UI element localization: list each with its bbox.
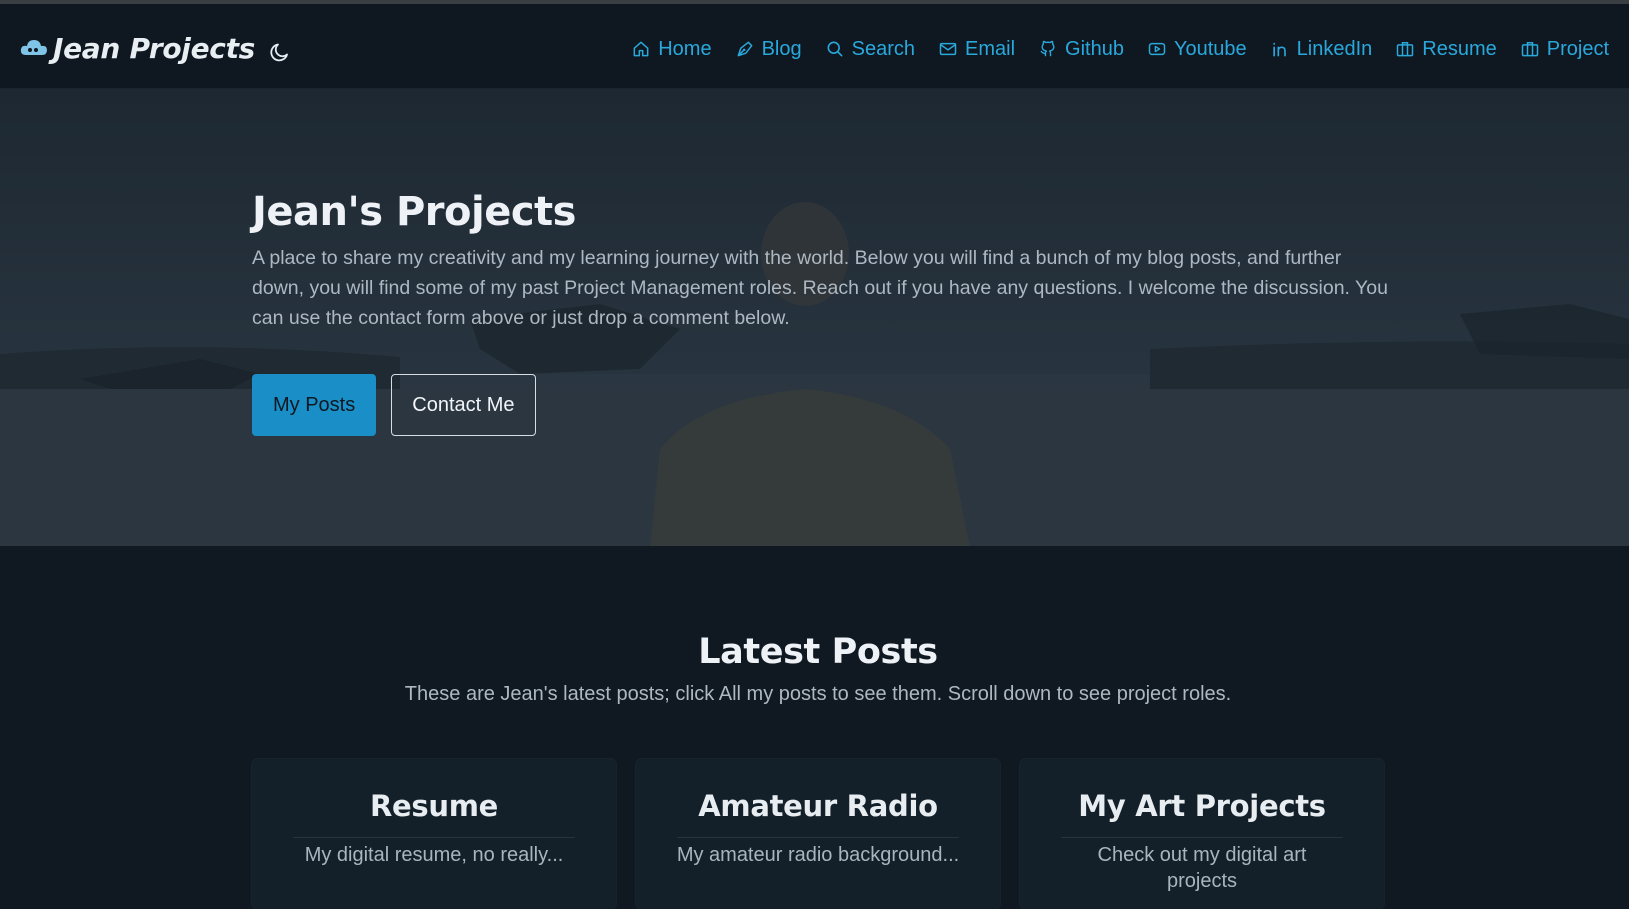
latest-posts-subtitle: These are Jean's latest posts; click All… (404, 683, 1232, 705)
nav-linkedin[interactable]: LinkedIn (1270, 37, 1373, 61)
briefcase-icon (1521, 42, 1538, 57)
card-divider (677, 837, 959, 838)
nav-resume[interactable]: Resume (1395, 37, 1497, 61)
nav-search[interactable]: Search (825, 38, 915, 61)
hero-description: A place to share my creativity and my le… (252, 247, 1388, 329)
card-title: Amateur Radio (698, 789, 938, 823)
search-icon (827, 41, 843, 57)
hero-title: Jean's Projects (252, 189, 576, 235)
mail-icon (939, 42, 957, 56)
pen-icon (737, 41, 753, 57)
hero-banner: Jean's Projects A place to share my crea… (0, 89, 1629, 546)
card-text: My digital resume, no really... (304, 844, 564, 866)
nav-youtube-label: Youtube (1173, 37, 1247, 60)
youtube-icon (1148, 42, 1166, 56)
moon-icon[interactable] (268, 40, 292, 64)
nav-youtube[interactable]: Youtube (1147, 38, 1247, 61)
contact-me-button[interactable]: Contact Me (391, 374, 536, 436)
hero-buttons: My Posts Contact Me (252, 374, 536, 436)
brand[interactable]: Jean Projects (19, 29, 255, 67)
nav-blog[interactable]: Blog (735, 38, 802, 61)
my-posts-button[interactable]: My Posts (252, 374, 377, 436)
briefcase-icon (1397, 42, 1414, 57)
nav-project-label: Project (1546, 37, 1609, 60)
nav-github-label: Github (1065, 37, 1124, 60)
navbar: Jean Projects Home Blog Search Email Git… (0, 4, 1629, 89)
card-text: Check out my digital art projects (1097, 844, 1307, 892)
brand-name: Jean Projects (53, 31, 256, 65)
latest-posts-title: Latest Posts (698, 632, 938, 672)
nav-search-label: Search (851, 37, 915, 60)
card-text: My amateur radio background... (676, 844, 960, 866)
github-icon (1040, 40, 1055, 57)
nav-linkedin-label: LinkedIn (1296, 37, 1373, 60)
nav-blog-label: Blog (761, 37, 802, 60)
linkedin-icon (1272, 42, 1286, 57)
card-divider (1061, 837, 1343, 838)
card-divider (293, 837, 575, 838)
nav-github[interactable]: Github (1038, 38, 1124, 61)
nav-resume-label: Resume (1422, 37, 1497, 60)
home-icon (633, 41, 649, 57)
nav-home[interactable]: Home (631, 37, 712, 61)
nav-project[interactable]: Project (1520, 38, 1609, 61)
hero-content: Jean's Projects A place to share my crea… (252, 189, 1392, 333)
card-title: My Art Projects (1078, 789, 1326, 823)
nav-email[interactable]: Email (938, 38, 1015, 61)
card-title: Resume (370, 789, 498, 823)
nav-email-label: Email (965, 37, 1016, 60)
main-nav: Home Blog Search Email Github Youtube Li… (608, 34, 1609, 64)
nav-home-label: Home (658, 37, 712, 60)
cloud-icon (20, 40, 47, 55)
